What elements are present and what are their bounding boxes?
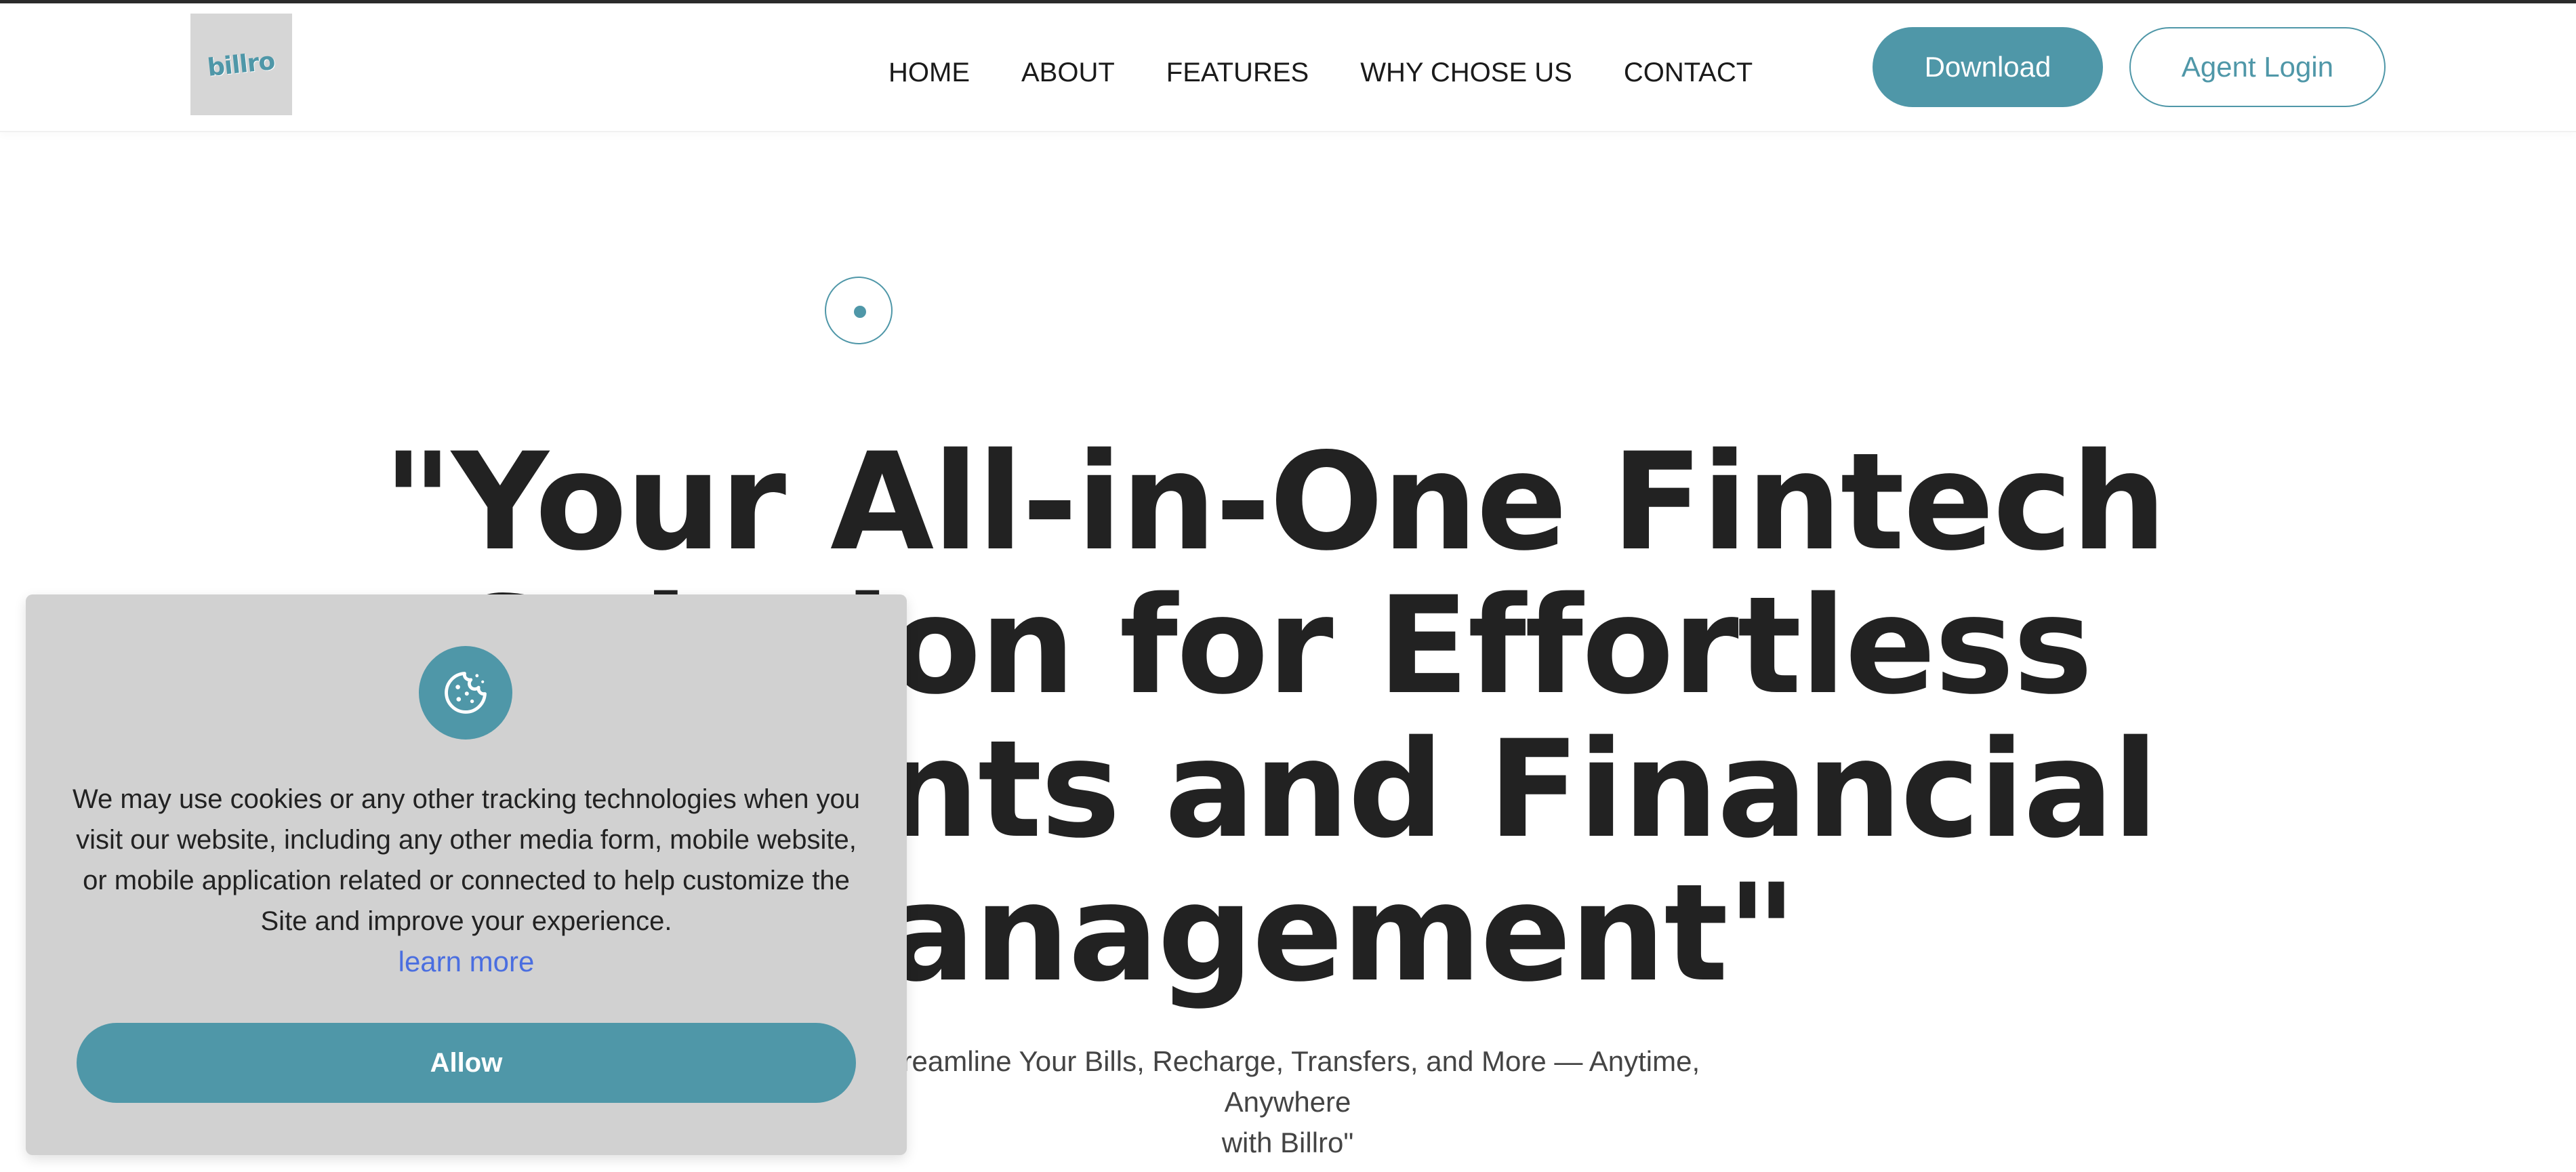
main-nav: HOME ABOUT FEATURES WHY CHOSE US CONTACT <box>888 58 1753 88</box>
nav-home[interactable]: HOME <box>888 58 970 88</box>
cookie-consent-banner: We may use cookies or any other tracking… <box>26 594 907 1155</box>
agent-login-button[interactable]: Agent Login <box>2129 27 2386 107</box>
cookie-icon-svg <box>445 672 487 714</box>
page: billro HOME ABOUT FEATURES WHY CHOSE US … <box>0 0 2576 1172</box>
download-button[interactable]: Download <box>1873 27 2103 107</box>
nav-features[interactable]: FEATURES <box>1166 58 1309 88</box>
billro-logo[interactable]: billro <box>190 14 292 115</box>
nav-about[interactable]: ABOUT <box>1021 58 1115 88</box>
hero-subtitle-line: Streamline Your Bills, Recharge, Transfe… <box>875 1045 1700 1118</box>
allow-cookies-button[interactable]: Allow <box>77 1023 856 1103</box>
nav-contact[interactable]: CONTACT <box>1624 58 1753 88</box>
hero-subtitle: Streamline Your Bills, Recharge, Transfe… <box>813 1041 1762 1163</box>
site-header: billro HOME ABOUT FEATURES WHY CHOSE US … <box>0 3 2576 132</box>
logo-text: billro <box>206 47 277 82</box>
learn-more-link[interactable]: learn more <box>26 942 907 982</box>
hero-title-line: "Your All-in-One Fintech <box>383 424 2167 580</box>
cookie-message: We may use cookies or any other tracking… <box>72 784 861 936</box>
scroll-indicator-dot <box>854 306 866 318</box>
hero-subtitle-line: with Billro" <box>1221 1127 1354 1158</box>
nav-why-chose-us[interactable]: WHY CHOSE US <box>1360 58 1572 88</box>
scroll-indicator-icon[interactable] <box>825 277 893 344</box>
cookie-icon <box>419 646 512 740</box>
